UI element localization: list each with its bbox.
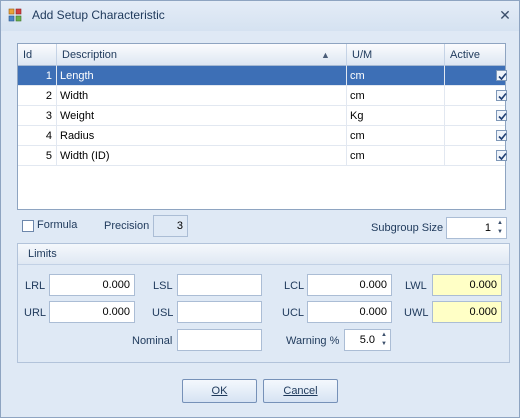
title-bar[interactable]: Add Setup Characteristic ✕	[1, 1, 519, 31]
cell-um: Kg	[347, 106, 445, 126]
table-row[interactable]: 4 Radius cm	[18, 126, 507, 146]
dialog-window: Add Setup Characteristic ✕ Id Descriptio…	[0, 0, 520, 418]
lrl-label: LRL	[25, 280, 46, 292]
column-header-active[interactable]: Active	[445, 44, 505, 66]
cell-description: Radius	[57, 126, 347, 146]
limits-title: Limits	[28, 248, 57, 260]
formula-checkbox[interactable]	[22, 220, 34, 232]
url-input[interactable]: 0.000	[49, 301, 135, 323]
url-label: URL	[24, 307, 47, 319]
warning-percent-spinner[interactable]: 5.0 ▲ ▼	[344, 329, 391, 351]
formula-label: Formula	[37, 219, 78, 231]
cell-id: 2	[18, 86, 57, 106]
warning-percent-label: Warning %	[286, 335, 340, 347]
active-checkbox[interactable]	[496, 110, 507, 121]
cell-um: cm	[347, 66, 445, 86]
cell-um: cm	[347, 126, 445, 146]
lsl-label: LSL	[153, 280, 173, 292]
ok-button[interactable]: OK	[182, 379, 257, 403]
app-grid-icon	[8, 8, 22, 22]
active-checkbox[interactable]	[496, 130, 507, 141]
lrl-input[interactable]: 0.000	[49, 274, 135, 296]
table-row[interactable]: 2 Width cm	[18, 86, 507, 106]
column-header-um[interactable]: U/M	[347, 44, 445, 66]
cell-description: Width	[57, 86, 347, 106]
cell-um: cm	[347, 146, 445, 166]
usl-input[interactable]	[177, 301, 262, 323]
table-row[interactable]: 5 Width (ID) cm	[18, 146, 507, 166]
lsl-input[interactable]	[177, 274, 262, 296]
table-row[interactable]: 1 Length cm	[18, 66, 507, 86]
cell-id: 1	[18, 66, 57, 86]
characteristics-grid[interactable]: Id Description ▲ U/M Active 1 Length cm 2 Wi…	[17, 43, 507, 210]
cancel-button[interactable]: Cancel	[263, 379, 338, 403]
subgroup-size-spinner[interactable]: 1 ▲ ▼	[446, 217, 507, 239]
cell-description: Width (ID)	[57, 146, 347, 166]
active-checkbox[interactable]	[496, 150, 507, 161]
ucl-label: UCL	[282, 307, 305, 319]
table-row[interactable]: 3 Weight Kg	[18, 106, 507, 126]
cell-id: 3	[18, 106, 57, 126]
close-icon[interactable]: ✕	[497, 7, 513, 23]
active-checkbox[interactable]	[496, 90, 507, 101]
checkmark-icon	[498, 112, 507, 121]
uwl-input[interactable]: 0.000	[432, 301, 502, 323]
spinner-arrows-icon[interactable]: ▲ ▼	[495, 219, 505, 237]
lcl-input[interactable]: 0.000	[307, 274, 392, 296]
checkmark-icon	[498, 72, 507, 81]
ucl-input[interactable]: 0.000	[307, 301, 392, 323]
precision-field: 3	[153, 215, 188, 237]
nominal-input[interactable]	[177, 329, 262, 351]
lwl-label: LWL	[405, 280, 427, 292]
column-header-id[interactable]: Id	[18, 44, 57, 66]
warning-percent-value: 5.0	[359, 334, 375, 346]
checkmark-icon	[498, 92, 507, 101]
lwl-input[interactable]: 0.000	[432, 274, 502, 296]
subgroup-size-label: Subgroup Size	[371, 222, 444, 234]
column-header-description[interactable]: Description	[57, 44, 347, 66]
sort-ascending-icon[interactable]: ▲	[321, 50, 330, 60]
spinner-arrows-icon[interactable]: ▲ ▼	[379, 331, 389, 349]
cell-description: Weight	[57, 106, 347, 126]
cell-um: cm	[347, 86, 445, 106]
lcl-label: LCL	[284, 280, 305, 292]
limits-group-header: Limits	[18, 244, 509, 265]
precision-label: Precision	[104, 220, 150, 232]
cell-id: 4	[18, 126, 57, 146]
window-title: Add Setup Characteristic	[32, 8, 165, 22]
checkmark-icon	[498, 152, 507, 161]
grid-header: Id Description ▲ U/M Active	[18, 44, 505, 66]
nominal-label: Nominal	[132, 335, 173, 347]
checkmark-icon	[498, 132, 507, 141]
subgroup-size-value: 1	[484, 222, 491, 234]
active-checkbox[interactable]	[496, 70, 507, 81]
cell-id: 5	[18, 146, 57, 166]
cell-description: Length	[57, 66, 347, 86]
usl-label: USL	[152, 307, 174, 319]
uwl-label: UWL	[404, 307, 429, 319]
